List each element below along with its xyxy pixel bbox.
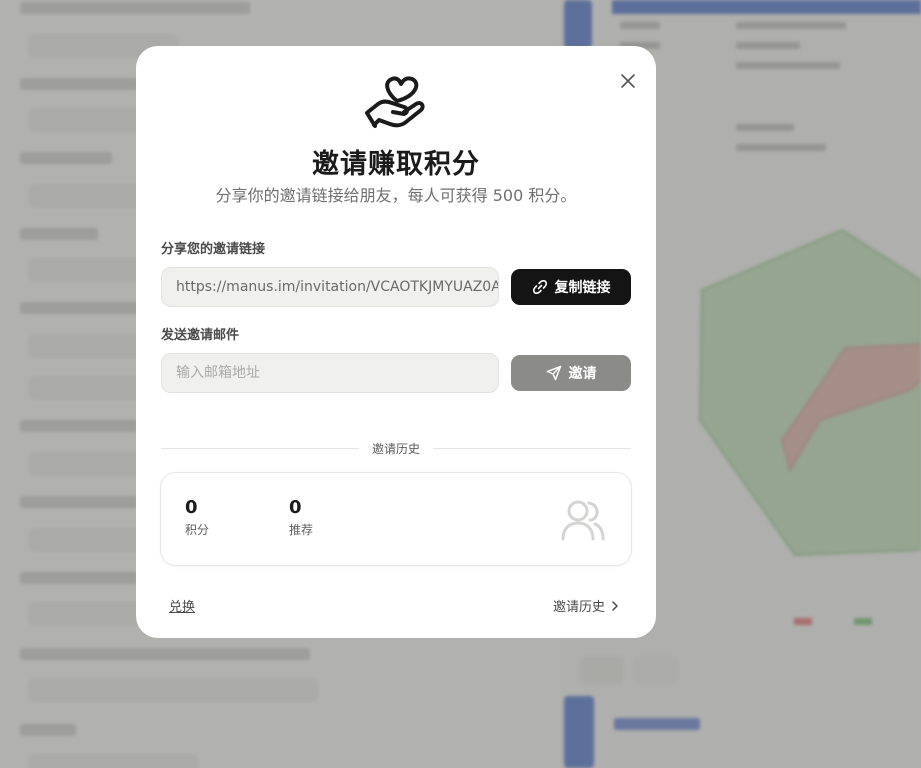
close-button[interactable] — [617, 70, 639, 92]
referrals-label: 推荐 — [289, 523, 314, 537]
referrals-stat: 0 推荐 — [289, 497, 313, 538]
invite-modal: 邀请赚取积分 分享你的邀请链接给朋友，每人可获得 500 积分。 分享您的邀请链… — [136, 46, 656, 638]
email-invite-label: 发送邀请邮件 — [161, 328, 240, 343]
email-input[interactable] — [161, 353, 499, 393]
close-icon — [621, 74, 635, 88]
chevron-right-icon — [612, 600, 618, 611]
points-stat: 0 积分 — [185, 497, 209, 538]
invite-button[interactable]: 邀请 — [511, 355, 631, 391]
heart-hand-icon — [365, 76, 425, 128]
invite-history-link[interactable]: 邀请历史 — [553, 596, 621, 615]
invite-button-label: 邀请 — [568, 366, 597, 382]
copy-link-label: 复制链接 — [554, 280, 611, 296]
copy-link-button[interactable]: 复制链接 — [511, 269, 631, 305]
redeem-link[interactable]: 兑换 — [169, 596, 195, 615]
invite-link-field[interactable]: https://manus.im/invitation/VCAOTKJMYUAZ… — [161, 267, 499, 307]
send-icon — [546, 365, 561, 381]
link-icon — [532, 280, 547, 294]
history-divider: 邀请历史 — [161, 439, 631, 457]
share-link-label: 分享您的邀请链接 — [161, 242, 266, 257]
points-value: 0 — [185, 497, 198, 518]
stats-card: 0 积分 0 推荐 — [160, 472, 632, 566]
history-divider-label: 邀请历史 — [371, 442, 420, 456]
points-label: 积分 — [185, 523, 210, 537]
referrals-value: 0 — [289, 497, 302, 518]
modal-title: 邀请赚取积分 — [312, 149, 480, 180]
modal-subtitle: 分享你的邀请链接给朋友，每人可获得 500 积分。 — [215, 186, 577, 205]
invite-history-label: 邀请历史 — [552, 600, 605, 615]
users-icon — [561, 500, 605, 541]
